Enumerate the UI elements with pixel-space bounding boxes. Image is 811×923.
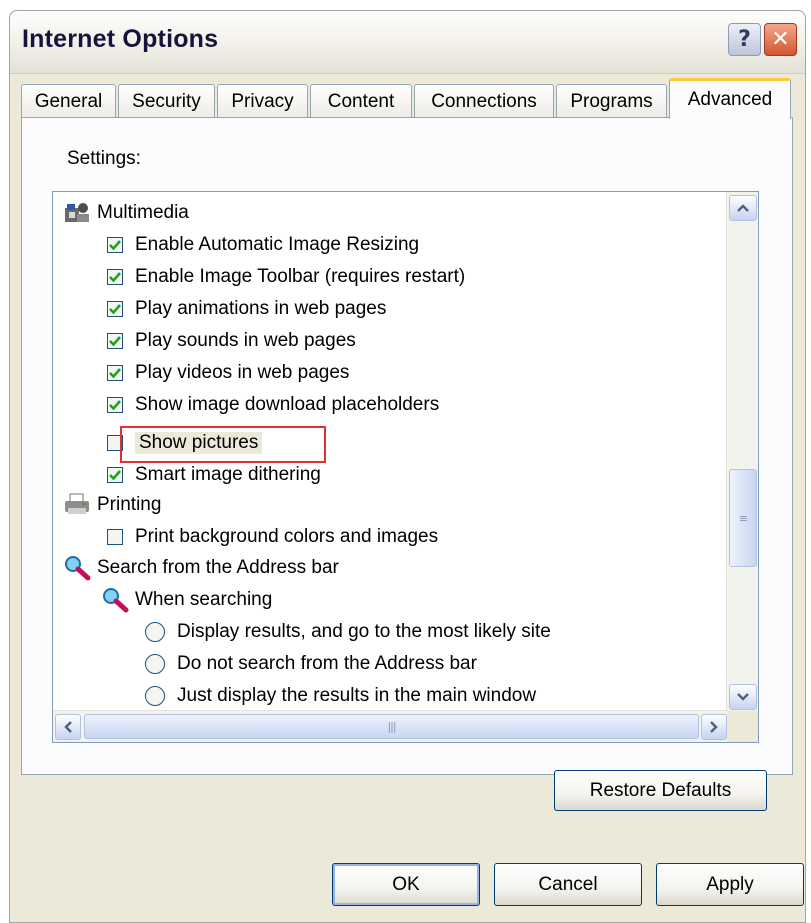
list-item-multimedia: Multimedia <box>63 198 189 228</box>
horizontal-scroll-thumb[interactable]: ||| <box>84 714 699 739</box>
list-item-when-searching: When searching <box>101 585 272 615</box>
advanced-panel: Settings: Multimedia Enable Automatic Im… <box>21 117 793 775</box>
list-item-image-toolbar[interactable]: Enable Image Toolbar (requires restart) <box>107 262 465 292</box>
chevron-left-icon <box>64 721 72 733</box>
image-toolbar-checkbox[interactable] <box>107 269 123 285</box>
list-item-videos[interactable]: Play videos in web pages <box>107 358 349 388</box>
videos-label: Play videos in web pages <box>135 362 350 383</box>
list-item-search: Search from the Address bar <box>63 553 339 583</box>
placeholders-label: Show image download placeholders <box>135 394 440 415</box>
scroll-left-button[interactable] <box>55 714 81 740</box>
scroll-right-button[interactable] <box>701 714 727 740</box>
videos-checkbox[interactable] <box>107 365 123 381</box>
scroll-up-button[interactable] <box>729 195 757 221</box>
highlight-box <box>120 426 326 463</box>
checkmark-icon <box>109 336 121 347</box>
print-bg-checkbox[interactable] <box>107 529 123 545</box>
print-bg-label: Print background colors and images <box>135 526 439 547</box>
question-mark-icon: ? <box>738 27 751 52</box>
display-results-radio[interactable] <box>145 622 165 642</box>
image-toolbar-label: Enable Image Toolbar (requires restart) <box>135 266 466 287</box>
tab-connections[interactable]: Connections <box>414 84 554 118</box>
scroll-corner <box>727 711 758 742</box>
settings-list[interactable]: Multimedia Enable Automatic Image Resizi… <box>52 191 759 743</box>
do-not-search-radio[interactable] <box>145 654 165 674</box>
animations-label: Play animations in web pages <box>135 298 387 319</box>
settings-label: Settings: <box>67 148 141 169</box>
list-item-print-bg[interactable]: Print background colors and images <box>107 522 438 552</box>
horizontal-scrollbar[interactable]: ||| <box>53 710 728 742</box>
list-item-opt-just[interactable]: Just display the results in the main win… <box>145 681 536 711</box>
grip-icon: ||| <box>387 720 396 733</box>
placeholders-checkbox[interactable] <box>107 397 123 413</box>
list-item-auto-resize[interactable]: Enable Automatic Image Resizing <box>107 230 419 260</box>
tab-general[interactable]: General <box>21 84 116 118</box>
do-not-search-label: Do not search from the Address bar <box>177 653 477 674</box>
checkmark-icon <box>109 272 121 283</box>
checkmark-icon <box>109 240 121 251</box>
list-item-sounds[interactable]: Play sounds in web pages <box>107 326 356 356</box>
chevron-up-icon <box>737 204 749 212</box>
list-item-dithering[interactable]: Smart image dithering <box>107 460 321 490</box>
sounds-label: Play sounds in web pages <box>135 330 356 351</box>
animations-checkbox[interactable] <box>107 301 123 317</box>
list-item-printing: Printing <box>63 490 161 520</box>
sounds-checkbox[interactable] <box>107 333 123 349</box>
list-item-opt-none[interactable]: Do not search from the Address bar <box>145 649 477 679</box>
vertical-scrollbar[interactable]: ≡ <box>726 192 758 712</box>
chevron-down-icon <box>737 693 749 701</box>
checkmark-icon <box>109 400 121 411</box>
checkmark-icon <box>109 368 121 379</box>
help-button[interactable]: ? <box>728 23 761 56</box>
vertical-scroll-thumb[interactable]: ≡ <box>729 469 757 567</box>
close-button[interactable]: ✕ <box>764 23 797 56</box>
list-item-placeholders[interactable]: Show image download placeholders <box>107 390 439 420</box>
close-icon: ✕ <box>771 27 790 52</box>
magnifier-icon <box>101 587 129 613</box>
search-label: Search from the Address bar <box>97 557 339 578</box>
checkmark-icon <box>109 470 121 481</box>
chevron-right-icon <box>710 721 718 733</box>
printer-icon <box>63 492 91 518</box>
tab-advanced[interactable]: Advanced <box>669 78 791 119</box>
printing-label: Printing <box>97 494 162 515</box>
dithering-label: Smart image dithering <box>135 464 321 485</box>
multimedia-icon <box>63 200 91 226</box>
list-item-animations[interactable]: Play animations in web pages <box>107 294 386 324</box>
tab-security[interactable]: Security <box>118 84 215 118</box>
cancel-button[interactable]: Cancel <box>494 863 642 906</box>
grip-icon: ≡ <box>738 511 748 525</box>
just-display-radio[interactable] <box>145 686 165 706</box>
list-item-opt-display[interactable]: Display results, and go to the most like… <box>145 617 551 647</box>
magnifier-icon <box>63 555 91 581</box>
auto-resize-checkbox[interactable] <box>107 237 123 253</box>
display-results-label: Display results, and go to the most like… <box>177 621 551 642</box>
checkmark-icon <box>109 304 121 315</box>
window-title: Internet Options <box>22 25 219 53</box>
just-display-label: Just display the results in the main win… <box>177 685 537 706</box>
dithering-checkbox[interactable] <box>107 467 123 483</box>
tab-privacy[interactable]: Privacy <box>217 84 308 118</box>
scroll-down-button[interactable] <box>729 684 757 710</box>
restore-defaults-button[interactable]: Restore Defaults <box>554 770 767 811</box>
apply-button[interactable]: Apply <box>656 863 804 906</box>
title-bar[interactable]: Internet Options ? ✕ <box>10 11 805 74</box>
tab-programs[interactable]: Programs <box>556 84 667 118</box>
tab-content[interactable]: Content <box>310 84 412 118</box>
ok-button[interactable]: OK <box>332 863 480 906</box>
multimedia-label: Multimedia <box>97 202 189 223</box>
when-searching-label: When searching <box>135 589 273 610</box>
auto-resize-label: Enable Automatic Image Resizing <box>135 234 420 255</box>
